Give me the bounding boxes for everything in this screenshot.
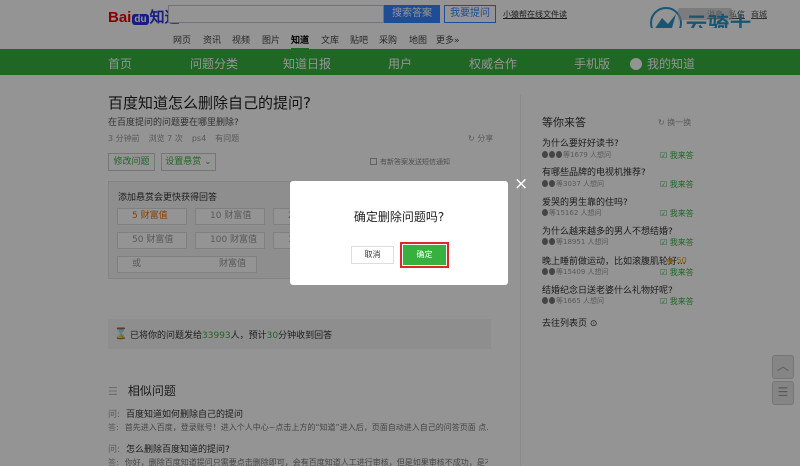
cancel-button[interactable]: 取消 bbox=[351, 246, 394, 264]
close-icon[interactable]: × bbox=[514, 174, 528, 194]
dialog-title: 确定删除问题吗? bbox=[353, 210, 445, 224]
confirm-button[interactable]: 确定 bbox=[403, 245, 446, 265]
confirm-delete-dialog: 确定删除问题吗? 取消 确定 bbox=[290, 181, 508, 285]
